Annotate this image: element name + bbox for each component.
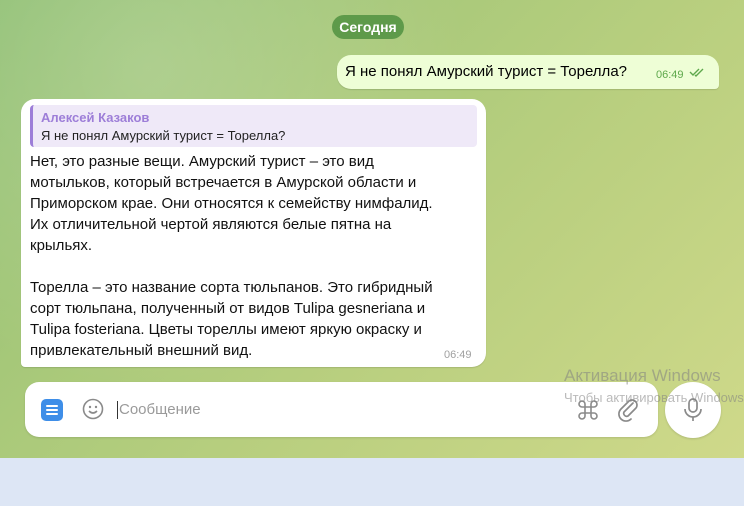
message-line: мотыльков, который встречается в Амурско… <box>30 174 417 191</box>
reply-preview[interactable]: Алексей Казаков Я не понял Амурский тури… <box>30 105 477 147</box>
double-check-icon <box>689 68 704 77</box>
chat-background: Сегодня Я не понял Амурский турист = Тор… <box>0 0 744 458</box>
outgoing-message-time: 06:49 <box>656 69 684 81</box>
message-line: Приморском крае. Они относятся к семейст… <box>30 195 433 212</box>
text-cursor <box>117 401 118 419</box>
reply-text: Я не понял Амурский турист = Торелла? <box>41 128 286 143</box>
outgoing-message[interactable]: Я не понял Амурский турист = Торелла? 06… <box>337 55 719 89</box>
incoming-message-time: 06:49 <box>444 349 472 361</box>
reply-author: Алексей Казаков <box>41 110 150 125</box>
message-input[interactable]: Сообщение <box>119 401 201 418</box>
message-line: Tulipa fosteriana. Цветы тореллы имеют я… <box>30 321 422 338</box>
message-line: сорт тюльпана, полученный от видов Tulip… <box>30 300 426 317</box>
outgoing-message-text: Я не понял Амурский турист = Торелла? <box>345 63 627 80</box>
message-line: Торелла – это название сорта тюльпанов. … <box>30 279 433 296</box>
menu-icon[interactable] <box>41 399 63 421</box>
windows-activation-hint: Чтобы активировать Windows <box>564 390 744 405</box>
message-line: привлекательный внешний вид. <box>30 342 253 359</box>
windows-activation-watermark: Активация Windows <box>564 366 721 385</box>
date-separator: Сегодня <box>332 15 404 39</box>
incoming-message[interactable]: Алексей Казаков Я не понял Амурский тури… <box>21 99 486 367</box>
emoji-icon[interactable] <box>82 398 104 420</box>
bottom-strip <box>0 458 744 506</box>
message-line: Нет, это разные вещи. Амурский турист – … <box>30 153 374 170</box>
message-line: Их отличительной чертой являются белые п… <box>30 216 392 233</box>
message-line: крыльях. <box>30 237 93 254</box>
